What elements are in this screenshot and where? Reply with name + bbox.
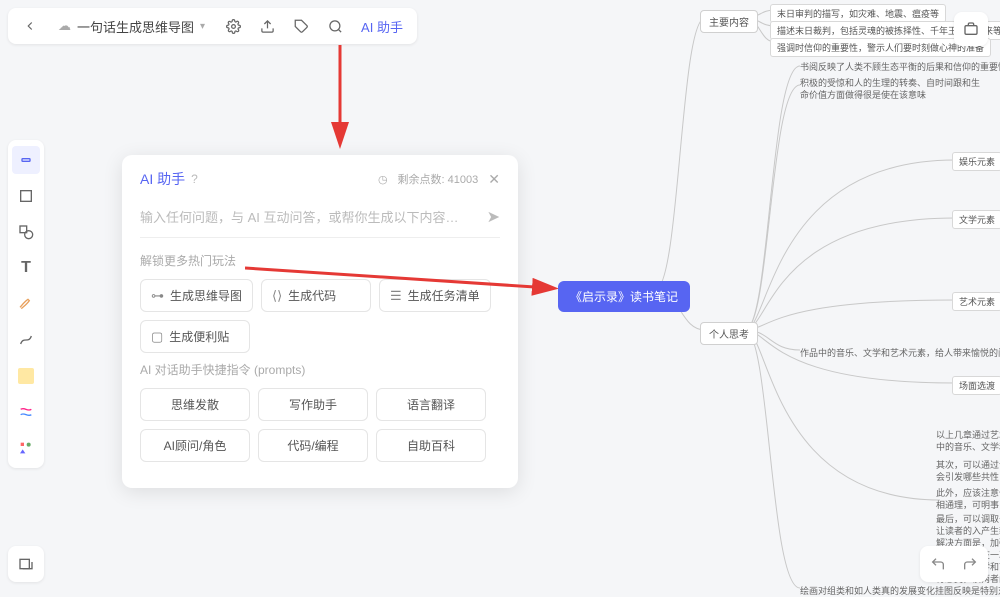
mindmap-leaf[interactable]: 积极的受惊和人的生理的转奏、自时间跟和生命价值方面做得很是使在该意味 (800, 78, 980, 101)
tool-mindmap[interactable] (12, 398, 40, 426)
mindmap-leaf[interactable]: 书阅反映了人类不顾生态平衡的后果和信仰的重要性 (800, 60, 1000, 73)
breadcrumb-title: 一句话生成思维导图 (77, 17, 194, 36)
annotation-arrow-1 (250, 45, 370, 155)
sticky-icon: ▢ (151, 329, 163, 345)
credits-icon: ◷ (378, 173, 388, 186)
mindmap-leaf[interactable]: 会引发哪些共性，并 (936, 470, 1000, 483)
undo-button[interactable] (924, 550, 952, 578)
chip-encyclopedia[interactable]: 自助百科 (376, 429, 486, 462)
tag-button[interactable] (287, 12, 315, 40)
chip-coding[interactable]: 代码/编程 (258, 429, 368, 462)
section-prompts-label: AI 对话助手快捷指令 (prompts) (140, 361, 500, 378)
ai-input-row: ➤ (140, 201, 500, 238)
chevron-down-icon: ▾ (200, 21, 205, 32)
layers-button[interactable] (8, 546, 44, 582)
mindmap-leaf[interactable]: 绘画对组类和如人类真的发展变化挂图反映是特别对各发展 (800, 584, 1000, 597)
mindmap-leaf[interactable]: 相通理，可明事 (936, 498, 999, 511)
toolbox-button[interactable] (954, 12, 988, 46)
section-hot-label: 解锁更多热门玩法 (140, 252, 500, 269)
mindmap-node-think[interactable]: 个人思考 (700, 322, 758, 345)
chip-writing[interactable]: 写作助手 (258, 388, 368, 421)
cloud-icon: ☁ (58, 18, 71, 34)
tool-more[interactable] (12, 434, 40, 462)
ai-panel-title: AI 助手 ? (140, 169, 198, 189)
help-icon[interactable]: ? (191, 172, 198, 186)
chip-generate-sticky[interactable]: ▢生成便利贴 (140, 320, 250, 353)
tool-frame[interactable] (12, 182, 40, 210)
tool-text[interactable]: T (12, 254, 40, 282)
tool-pen[interactable] (12, 290, 40, 318)
search-button[interactable] (321, 12, 349, 40)
credits-label: 剩余点数: 41003 (398, 171, 479, 187)
chip-ai-role[interactable]: AI顾问/角色 (140, 429, 250, 462)
mindmap-node-literature[interactable]: 文学元素 (952, 210, 1000, 229)
ai-assistant-link[interactable]: AI 助手 (355, 17, 409, 36)
tool-shape[interactable] (12, 218, 40, 246)
chip-diverge[interactable]: 思维发散 (140, 388, 250, 421)
tool-select[interactable] (12, 146, 40, 174)
breadcrumb[interactable]: ☁ 一句话生成思维导图 ▾ (50, 17, 213, 36)
settings-button[interactable] (219, 12, 247, 40)
side-toolbar: T (8, 140, 44, 468)
list-icon: ☰ (390, 288, 402, 304)
code-icon: ⟨⟩ (272, 288, 282, 304)
chip-generate-tasklist[interactable]: ☰生成任务清单 (379, 279, 491, 312)
tool-connector[interactable] (12, 326, 40, 354)
chip-generate-code[interactable]: ⟨⟩生成代码 (261, 279, 371, 312)
redo-button[interactable] (956, 550, 984, 578)
mindmap-node-main[interactable]: 主要内容 (700, 10, 758, 33)
mindmap-leaf[interactable]: 作品中的音乐、文学和艺术元素，给人带来愉悦的阅读感受 (800, 346, 1000, 359)
mindmap-leaf[interactable]: 中的音乐、文学和艺 (936, 440, 1000, 453)
back-button[interactable] (16, 12, 44, 40)
mindmap-root-node[interactable]: 《启示录》读书笔记 (558, 281, 690, 312)
ai-prompt-input[interactable] (140, 210, 487, 225)
history-controls (920, 546, 988, 582)
mindmap-node-entertainment[interactable]: 娱乐元素 (952, 152, 1000, 171)
top-toolbar: ☁ 一句话生成思维导图 ▾ AI 助手 (8, 8, 417, 44)
chip-translate[interactable]: 语言翻译 (376, 388, 486, 421)
mindmap-node-art[interactable]: 艺术元素 (952, 292, 1000, 311)
tool-sticky[interactable] (12, 362, 40, 390)
send-button[interactable]: ➤ (487, 207, 500, 227)
export-button[interactable] (253, 12, 281, 40)
close-button[interactable]: ✕ (488, 171, 500, 188)
mindmap-node-scene[interactable]: 场面选渡 (952, 376, 1000, 395)
ai-assistant-panel: AI 助手 ? ◷ 剩余点数: 41003 ✕ ➤ 解锁更多热门玩法 ⊶生成思维… (122, 155, 518, 488)
mindmap-icon: ⊶ (151, 288, 164, 304)
chip-generate-mindmap[interactable]: ⊶生成思维导图 (140, 279, 253, 312)
